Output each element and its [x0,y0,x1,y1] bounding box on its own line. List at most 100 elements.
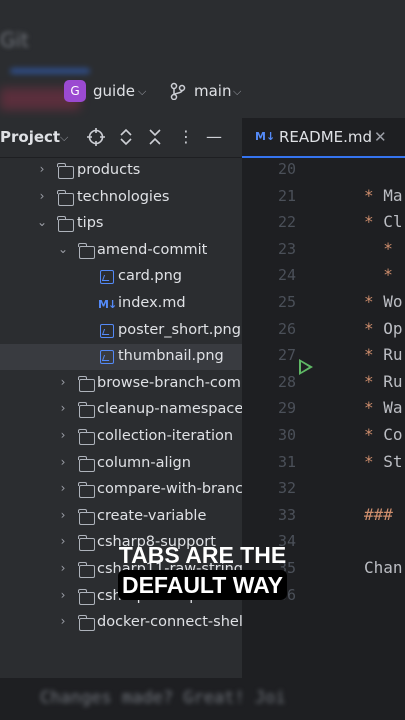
chevron-right-icon[interactable]: › [57,375,69,389]
close-icon[interactable]: ✕ [374,128,387,146]
code-line: * Wa [364,398,403,417]
tree-item-label: index.md [118,295,186,311]
markdown-marker: * [364,238,393,258]
project-selector[interactable]: guide [93,82,135,100]
caption-line-2: DEFAULT WAY [117,570,287,600]
folder-icon [57,189,74,206]
markdown-marker: * [364,345,374,365]
image-file-icon [100,323,114,338]
folder-icon [78,375,95,392]
folder-icon [78,482,95,499]
tree-item-cleanup-namespaces[interactable]: › cleanup-namespaces [0,397,242,423]
folder-icon [78,429,95,445]
folder-icon [78,508,95,525]
tree-item-browse-branch-commits[interactable]: › browse-branch-commits [0,371,242,397]
code-text: Ma [383,185,403,205]
line-number: 22 [277,213,296,232]
tree-item-index-md[interactable]: M↓ index.md [0,291,242,317]
line-number: 26 [277,319,296,338]
blurred-text: Changes made? Great! Joi [40,688,286,708]
chevron-down-icon[interactable]: ⌄ [57,242,69,256]
blurred-accent [10,68,90,74]
code-text: Op [383,318,403,338]
tree-item-label: technologies [77,188,170,205]
image-file-icon [100,270,114,285]
markdown-file-icon: M↓ [255,130,276,143]
chevron-right-icon[interactable]: › [36,189,48,203]
branch-selector[interactable]: main [194,82,231,100]
line-number: 25 [277,293,296,311]
run-icon[interactable] [299,359,313,375]
code-text: Wa [383,398,403,418]
code-line: * Wo [364,292,403,311]
chevron-right-icon[interactable]: › [57,455,69,469]
tree-item-amend-commit[interactable]: ⌄ amend-commit [0,238,242,264]
tree-item-docker-connect-shell[interactable]: › docker-connect-shell [0,610,242,636]
markdown-marker: * [364,292,374,311]
tree-item-label: compare-with-branch [97,481,242,498]
tree-item-tips[interactable]: ⌄ tips [0,211,242,237]
tab-label: README.md [279,128,373,146]
tree-item-thumbnail-png[interactable]: thumbnail.png [0,344,242,371]
chevron-right-icon[interactable]: › [36,162,48,176]
chevron-down-icon[interactable]: ⌵ [138,85,146,99]
code-text: Wo [383,292,403,311]
line-number: 28 [277,372,296,391]
tree-item-label: tips [77,215,104,232]
code-text: Ru [383,371,403,391]
tree-item-products[interactable]: › products [0,158,242,184]
tree-item-column-align[interactable]: › column-align [0,451,242,477]
line-number: 30 [277,426,296,444]
markdown-marker: ### [364,504,393,524]
tree-item-compare-with-branch[interactable]: › compare-with-branch [0,477,242,503]
line-number: 33 [277,505,296,524]
tab-readme[interactable]: M↓ README.md ✕ [242,118,405,158]
editor-tab-bar: M↓ README.md ✕ [242,118,405,158]
tree-item-poster-short-png[interactable]: poster_short.png [0,318,242,344]
chevron-right-icon[interactable]: › [57,614,69,628]
chevron-right-icon[interactable]: › [57,428,69,442]
project-badge[interactable]: G [64,80,86,102]
git-branch-icon [170,82,186,100]
chevron-right-icon[interactable]: › [57,401,69,415]
expand-all-icon[interactable] [116,127,136,147]
project-tree: › products › technologies ⌄ tips ⌄ amend… [0,158,242,678]
bottom-bar: Changes made? Great! Joi [0,678,405,720]
title-bar: Git [0,0,405,118]
markdown-marker: * [364,265,393,285]
chevron-down-icon[interactable]: ⌄ [36,215,48,229]
crosshair-icon[interactable] [86,127,106,147]
folder-icon [78,402,95,419]
tree-item-label: card.png [118,268,182,285]
chevron-right-icon[interactable]: › [57,481,69,495]
markdown-marker: * [364,318,374,338]
line-number: 27 [277,346,296,365]
code-text: Co [383,425,403,444]
panel-title[interactable]: Project [0,128,60,146]
code-line: * Op [364,319,403,338]
line-number: 23 [277,239,296,258]
tree-item-collection-iteration[interactable]: › collection-iteration [0,424,242,450]
markdown-marker: * [364,451,374,471]
folder-icon [57,163,74,179]
code-line: * Ru [364,372,403,391]
line-number: 32 [277,479,296,498]
tree-item-label: docker-connect-shell [97,614,242,631]
folder-icon [78,242,95,259]
collapse-all-icon[interactable] [145,127,165,147]
tree-item-label: column-align [97,454,191,471]
more-options-icon[interactable]: ⋮ [176,127,196,147]
folder-icon [78,615,95,632]
minimize-icon[interactable]: — [204,127,224,147]
tree-item-technologies[interactable]: › technologies [0,185,242,211]
caption-line-1: TABS ARE THE [118,542,287,568]
chevron-right-icon[interactable]: › [57,508,69,522]
tree-item-create-variable[interactable]: › create-variable [0,504,242,530]
code-line: * [364,265,393,284]
chevron-down-icon[interactable]: ⌵ [233,85,241,99]
tree-item-card-png[interactable]: card.png [0,264,242,290]
tree-item-label: create-variable [97,507,207,524]
chevron-down-icon[interactable]: ⌵ [60,131,68,145]
folder-icon [78,455,95,472]
tree-item-label: products [77,162,141,178]
